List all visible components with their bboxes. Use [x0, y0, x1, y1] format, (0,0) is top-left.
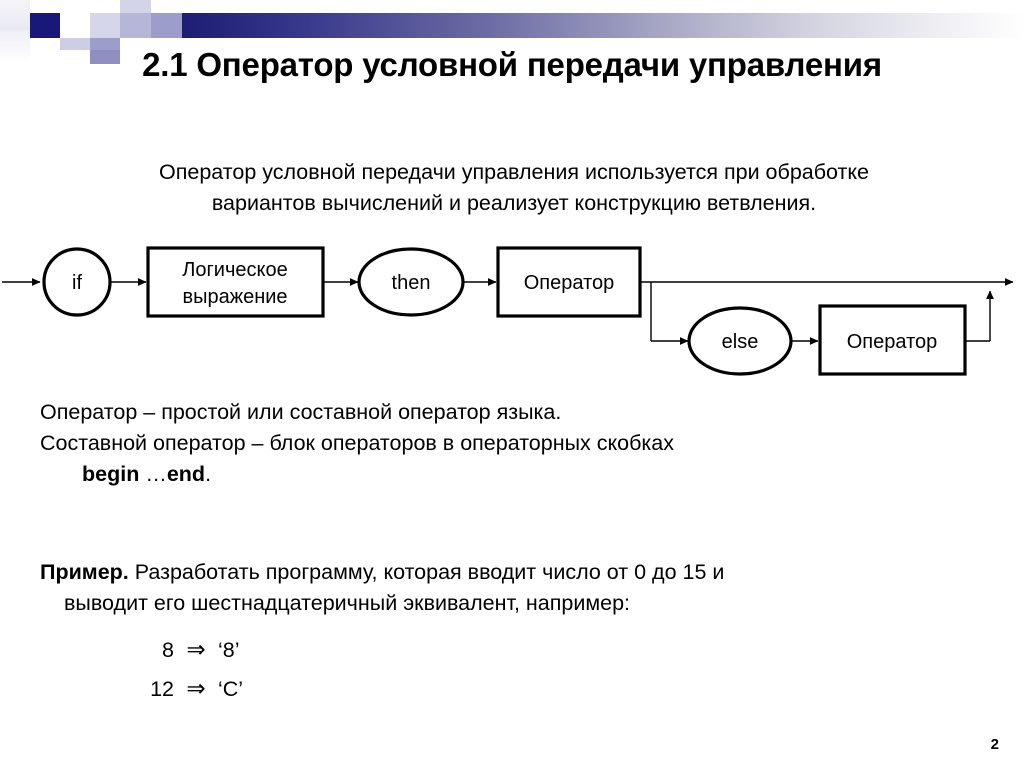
page-number: 2 — [990, 736, 999, 753]
definition-line-2: Составной оператор – блок операторов в о… — [40, 431, 675, 455]
deco-square-8 — [30, 13, 60, 38]
node-statement-then-label: Оператор — [524, 272, 615, 294]
intro-line-2: вариантов вычислений и реализует констру… — [211, 191, 817, 215]
deco-square-9 — [60, 13, 90, 38]
deco-square-10 — [90, 13, 120, 38]
syntax-diagram: if Логическое выражение then Оператор el… — [0, 235, 1024, 385]
deco-square-6 — [151, 0, 182, 13]
deco-square-1 — [0, 0, 30, 30]
node-condition-label-line2: выражение — [182, 286, 287, 308]
intro-line-1: Оператор условной передачи управления ис… — [159, 160, 869, 184]
keyword-end: end — [166, 462, 206, 486]
definition-line-3: begin …end. — [40, 459, 990, 490]
node-else-label: else — [722, 331, 759, 353]
example-row-1-arrow-icon: ⇒ — [186, 636, 206, 662]
example-line-2: выводит его шестнадцатеричный эквивалент… — [64, 591, 631, 615]
deco-square-4 — [90, 0, 120, 13]
example-row-1: 8 ⇒ ‘8’ — [140, 634, 240, 665]
deco-square-12 — [151, 13, 182, 38]
example-row-2: 12 ⇒ ‘C’ — [140, 673, 243, 704]
definition-period: . — [205, 462, 212, 486]
example-row-1-input: 8 — [162, 638, 174, 662]
slide-title: 2.1 Оператор условной передачи управлени… — [142, 46, 882, 83]
example-label: Пример. — [40, 560, 129, 584]
definitions-paragraph: Оператор – простой или составной операто… — [40, 397, 990, 490]
definition-line-1: Оператор – простой или составной операто… — [40, 400, 562, 424]
example-row-2-output: ‘C’ — [218, 677, 244, 701]
example-row-2-arrow-icon: ⇒ — [186, 675, 206, 701]
node-condition-label-line1: Логическое — [182, 259, 287, 281]
intro-paragraph: Оператор условной передачи управления ис… — [42, 157, 986, 219]
deco-square-2 — [30, 0, 60, 13]
example-line-1: Пример. Разработать программу, которая в… — [40, 557, 990, 588]
keyword-begin: begin — [82, 462, 140, 486]
node-if-label: if — [72, 272, 82, 294]
definition-ellipsis: … — [139, 462, 167, 486]
deco-square-11 — [120, 13, 151, 38]
header-gradient-bar — [182, 13, 1024, 38]
deco-square-3 — [60, 0, 90, 13]
node-then-label: then — [392, 272, 431, 294]
deco-square-5 — [120, 0, 151, 13]
node-statement-else-label: Оператор — [847, 331, 938, 353]
example-row-2-input: 12 — [150, 677, 174, 701]
example-row-1-output: ‘8’ — [218, 638, 240, 662]
example-line-1-text: Разработать программу, которая вводит чи… — [128, 560, 725, 584]
example-paragraph: Пример. Разработать программу, которая в… — [40, 557, 990, 619]
